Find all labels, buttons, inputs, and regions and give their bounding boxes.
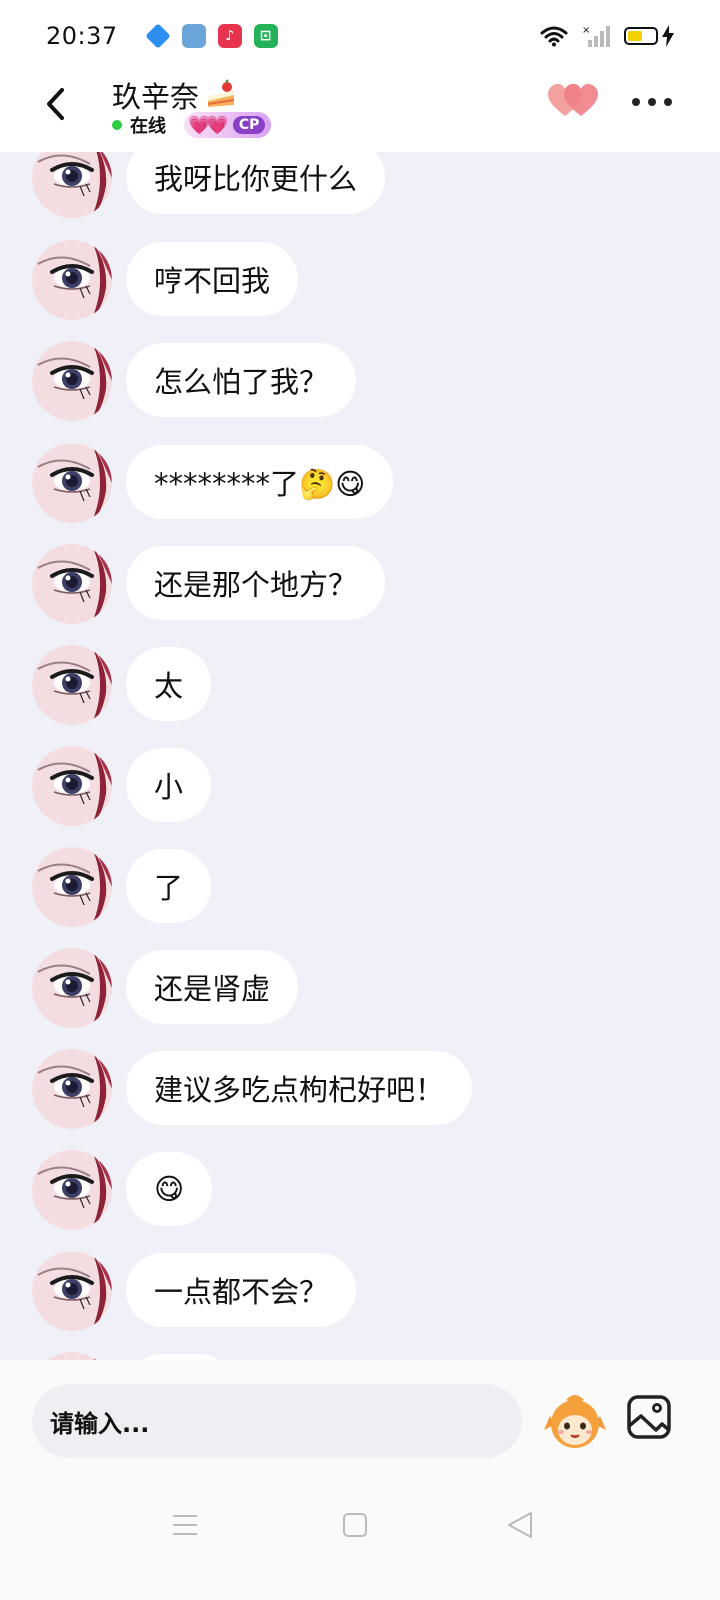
message-bubble[interactable]: 怎么怕了我？	[126, 343, 357, 417]
message-bubble[interactable]: ********了🤔😋	[126, 445, 394, 519]
charging-icon	[662, 25, 674, 47]
avatar-eye-image	[32, 240, 112, 320]
message-row: 太	[0, 645, 720, 729]
contact-name-row[interactable]: 玖辛奈	[112, 74, 237, 116]
more-dot	[664, 98, 672, 106]
signal-icon: ×	[582, 25, 610, 47]
avatar[interactable]	[32, 948, 112, 1028]
avatar[interactable]	[32, 645, 112, 725]
avatar-eye-image	[32, 1251, 112, 1331]
chat-header: 玖辛奈 在线 💗💗 CP	[0, 72, 720, 152]
message-row: ********了🤔😋	[0, 443, 720, 527]
square-home-icon	[343, 1513, 367, 1537]
message-row: 建议多吃点枸杞好吧！	[0, 1049, 720, 1133]
menu-icon	[173, 1515, 197, 1535]
message-row: 我呀比你更什么	[0, 152, 720, 222]
message-row: 一点都不会？	[0, 1251, 720, 1335]
message-input[interactable]: 请输入...	[32, 1384, 522, 1458]
contact-name: 玖辛奈	[112, 80, 200, 114]
message-bubble[interactable]: 小	[126, 748, 212, 822]
wifi-icon	[540, 26, 568, 47]
back-button[interactable]	[36, 84, 76, 124]
message-bubble[interactable]: 一点都不会？	[126, 1253, 357, 1327]
input-area: 请输入...	[0, 1360, 720, 1600]
battery-icon	[624, 27, 658, 45]
message-bubble[interactable]: 我呀比你更什么	[126, 152, 386, 214]
avatar[interactable]	[32, 746, 112, 826]
avatar-eye-image	[32, 1150, 112, 1230]
message-row: 哼不回我	[0, 240, 720, 324]
system-nav-bar	[0, 1490, 720, 1560]
avatar-eye-image	[32, 746, 112, 826]
avatar[interactable]	[32, 240, 112, 320]
cp-badge-label: CP	[232, 116, 266, 134]
avatar[interactable]	[32, 847, 112, 927]
message-row: 😋	[0, 1150, 720, 1234]
avatar[interactable]	[32, 1251, 112, 1331]
more-options-button[interactable]	[628, 88, 676, 116]
avatar[interactable]	[32, 341, 112, 421]
notification-icons: ♪ ⊡	[144, 23, 278, 49]
double-heart-icon[interactable]	[548, 84, 600, 118]
mascot-emoji-icon[interactable]	[544, 1390, 606, 1452]
more-dot	[632, 98, 640, 106]
svg-text:×: ×	[582, 25, 590, 36]
message-row: 小	[0, 746, 720, 830]
avatar-eye-image	[32, 948, 112, 1028]
message-row: 还是肾虚	[0, 948, 720, 1032]
music-notification-icon: ♪	[217, 24, 242, 48]
avatar[interactable]	[32, 544, 112, 624]
heart-wings-icon: 💗💗	[188, 114, 229, 136]
avatar-eye-image	[32, 847, 112, 927]
avatar-eye-image	[48, 1352, 101, 1360]
avatar-eye-image	[32, 544, 112, 624]
chevron-left-icon	[47, 88, 64, 120]
message-bubble[interactable]: 太	[126, 647, 212, 721]
online-status: 在线 💗💗 CP	[112, 112, 272, 138]
message-row: 了	[0, 847, 720, 931]
avatar-eye-image	[32, 1049, 112, 1129]
nav-menu-button[interactable]	[170, 1510, 200, 1540]
avatar[interactable]	[32, 1352, 112, 1360]
online-dot	[112, 120, 122, 130]
game-notification-icon	[181, 24, 206, 48]
avatar[interactable]	[32, 152, 112, 218]
image-icon[interactable]	[626, 1394, 672, 1440]
message-bubble[interactable]: 还是那个地方？	[126, 546, 386, 620]
message-row-partial	[0, 1352, 720, 1360]
avatar[interactable]	[32, 1150, 112, 1230]
avatar-eye-image	[32, 341, 112, 421]
avatar-eye-image	[32, 645, 112, 725]
system-status-icons: ×	[540, 24, 674, 48]
avatar-eye-image	[32, 152, 112, 218]
store-notification-icon: ⊡	[253, 24, 278, 48]
nav-home-button[interactable]	[340, 1510, 370, 1540]
avatar-eye-image	[32, 443, 112, 523]
cake-icon	[208, 79, 235, 107]
status-time: 20:37	[46, 22, 118, 50]
more-dot	[648, 98, 656, 106]
message-row: 怎么怕了我？	[0, 341, 720, 425]
message-row: 还是那个地方？	[0, 544, 720, 628]
app-notification-icon	[144, 23, 171, 49]
message-list[interactable]: 我呀比你更什么 哼不回我 怎么怕了我？ ********了🤔😋 还是那个地方？ …	[0, 152, 720, 1360]
nav-back-button[interactable]	[505, 1510, 535, 1540]
message-bubble[interactable]: 😋	[126, 1152, 213, 1226]
battery-indicator	[624, 25, 674, 47]
message-bubble[interactable]: 建议多吃点枸杞好吧！	[126, 1051, 473, 1125]
message-bubble[interactable]: 了	[126, 849, 212, 923]
triangle-back-icon	[508, 1512, 532, 1538]
message-bubble[interactable]: 还是肾虚	[126, 950, 299, 1024]
status-bar: 20:37 ♪ ⊡ ×	[0, 0, 720, 72]
avatar[interactable]	[32, 1049, 112, 1129]
online-status-text: 在线	[130, 116, 166, 137]
message-bubble[interactable]: 哼不回我	[126, 242, 299, 316]
avatar[interactable]	[32, 443, 112, 523]
cp-badge[interactable]: 💗💗 CP	[184, 112, 272, 138]
